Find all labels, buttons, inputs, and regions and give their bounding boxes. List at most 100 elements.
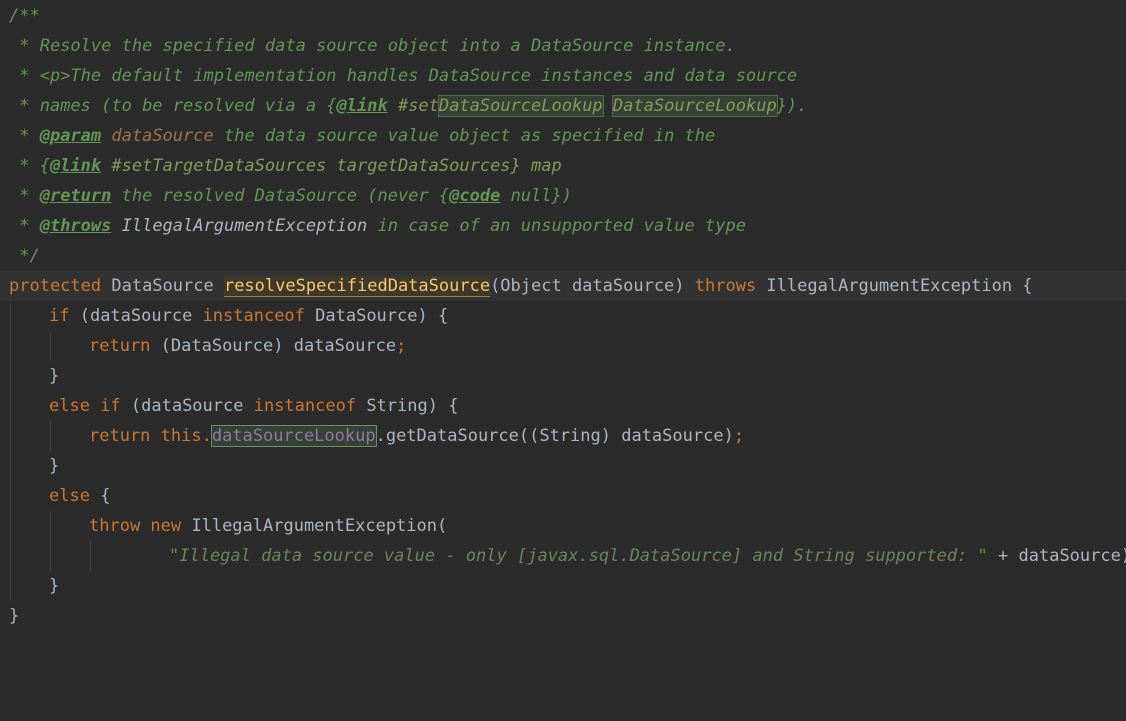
code-line: * @return the resolved DataSource (never…: [0, 181, 1126, 211]
indent-guide: [10, 331, 11, 361]
javadoc-star: *: [9, 186, 40, 206]
javadoc-text: Resolve the specified data source object…: [39, 36, 736, 56]
indent-guide: [50, 511, 51, 541]
highlighted-reference[interactable]: DataSourceLookup: [611, 95, 778, 117]
indent-guide: [10, 421, 11, 451]
code-text: String) {: [356, 396, 459, 416]
javadoc-text: the data source value object as specifie…: [213, 126, 716, 146]
javadoc-star: *: [9, 216, 40, 236]
code-line: * names (to be resolved via a {@link #se…: [0, 91, 1126, 121]
closing-brace: }: [49, 456, 60, 476]
javadoc-line: * {@link #setTargetDataSources targetDat…: [9, 151, 562, 181]
code-text: (dataSource: [120, 396, 254, 416]
javadoc-open: /**: [9, 6, 40, 26]
code-line: return (DataSource) dataSource;: [0, 331, 1126, 361]
javadoc-line: * Resolve the specified data source obje…: [9, 31, 736, 61]
code-line: */: [0, 241, 1126, 271]
code-line: * @param dataSource the data source valu…: [0, 121, 1126, 151]
keyword-if: if: [49, 306, 70, 326]
keyword-return: return: [89, 336, 151, 356]
code-text: + dataSource): [987, 546, 1126, 566]
indent-guide: [10, 571, 11, 601]
code-text: IllegalArgumentException(: [181, 516, 448, 536]
javadoc-line: * @return the resolved DataSource (never…: [9, 181, 572, 211]
javadoc-exception-name: IllegalArgumentException: [111, 216, 368, 236]
return-statement: return this.dataSourceLookup.getDataSour…: [89, 421, 744, 451]
keyword-throw-new: throw new: [89, 516, 182, 536]
indent-guide: [50, 541, 51, 571]
indent-guide: [90, 541, 91, 571]
javadoc-star: *: [9, 66, 40, 86]
else-statement: else {: [49, 481, 110, 511]
code-line: "Illegal data source value - only [javax…: [0, 541, 1126, 571]
javadoc-link-tag[interactable]: @link: [337, 96, 388, 116]
method-signature: protected DataSource resolveSpecifiedDat…: [9, 271, 1033, 301]
code-line: /**: [0, 1, 1126, 31]
code-line: }: [0, 601, 1126, 631]
javadoc-text: in case of an unsupported value type: [367, 216, 746, 236]
code-text: .getDataSource((String) dataSource): [375, 426, 734, 446]
javadoc-space: [603, 96, 613, 116]
javadoc-text: }).: [776, 96, 808, 116]
javadoc-close: */: [9, 246, 40, 266]
highlighted-reference[interactable]: DataSourceLookup: [437, 95, 604, 117]
javadoc-line: * <p>The default implementation handles …: [9, 61, 797, 91]
code-line: throw new IllegalArgumentException(: [0, 511, 1126, 541]
method-params: (Object dataSource): [490, 276, 695, 296]
javadoc-text: <p>The default implementation handles Da…: [39, 66, 798, 86]
code-line: * {@link #setTargetDataSources targetDat…: [0, 151, 1126, 181]
javadoc-param-tag: @param: [39, 126, 102, 146]
keyword-else-if: else if: [49, 396, 121, 416]
keyword-instanceof: instanceof: [202, 306, 305, 326]
javadoc-text: null}): [500, 186, 572, 206]
javadoc-text: the resolved DataSource (never {: [111, 186, 450, 206]
javadoc-line: * @throws IllegalArgumentException in ca…: [9, 211, 746, 241]
javadoc-text: names (to be resolved via a {: [39, 96, 337, 116]
javadoc-ref: #setTargetDataSources targetDataSources}…: [101, 156, 562, 176]
code-line: else if (dataSource instanceof String) {: [0, 391, 1126, 421]
javadoc-throws-tag: @throws: [39, 216, 112, 236]
code-text: (DataSource) dataSource: [150, 336, 397, 356]
javadoc-star: *: [9, 36, 40, 56]
indent-guide: [10, 481, 11, 511]
highlighted-field-reference[interactable]: dataSourceLookup: [210, 425, 377, 447]
thrown-exception: IllegalArgumentException {: [756, 276, 1033, 296]
code-line: }: [0, 451, 1126, 481]
javadoc-return-tag: @return: [39, 186, 112, 206]
return-statement: return (DataSource) dataSource;: [89, 331, 406, 361]
code-text: (dataSource: [69, 306, 203, 326]
closing-brace: }: [49, 576, 60, 596]
indent-guide: [10, 511, 11, 541]
return-type: DataSource: [101, 276, 224, 296]
code-text: DataSource) {: [304, 306, 449, 326]
javadoc-param-name: dataSource: [101, 126, 214, 146]
indent-guide: [10, 361, 11, 391]
keyword-protected: protected: [9, 276, 102, 296]
javadoc-link-tag[interactable]: @link: [50, 156, 101, 176]
indent-guide: [10, 451, 11, 481]
method-closing-brace: }: [9, 606, 20, 626]
keyword-return-this: return this.: [89, 426, 212, 446]
javadoc-star: *: [9, 126, 40, 146]
code-line: }: [0, 361, 1126, 391]
keyword-else: else: [49, 486, 90, 506]
code-editor[interactable]: /** * Resolve the specified data source …: [0, 0, 1126, 631]
javadoc-star: *: [9, 96, 40, 116]
method-name[interactable]: resolveSpecifiedDataSource: [223, 276, 491, 297]
javadoc-line: * @param dataSource the data source valu…: [9, 121, 715, 151]
keyword-instanceof: instanceof: [253, 396, 357, 416]
indent-guide: [50, 421, 51, 451]
current-code-line[interactable]: protected DataSource resolveSpecifiedDat…: [0, 271, 1126, 301]
indent-guide: [10, 541, 11, 571]
semicolon: ;: [396, 336, 407, 356]
error-message-expression: "Illegal data source value - only [javax…: [169, 541, 1126, 571]
else-if-statement: else if (dataSource instanceof String) {: [49, 391, 458, 421]
code-text: {: [89, 486, 111, 506]
closing-brace: }: [49, 366, 60, 386]
code-line: else {: [0, 481, 1126, 511]
throw-statement: throw new IllegalArgumentException(: [89, 511, 447, 541]
javadoc-code-tag: @code: [449, 186, 501, 206]
code-line: * <p>The default implementation handles …: [0, 61, 1126, 91]
code-line: return this.dataSourceLookup.getDataSour…: [0, 421, 1126, 451]
indent-guide: [10, 301, 11, 331]
